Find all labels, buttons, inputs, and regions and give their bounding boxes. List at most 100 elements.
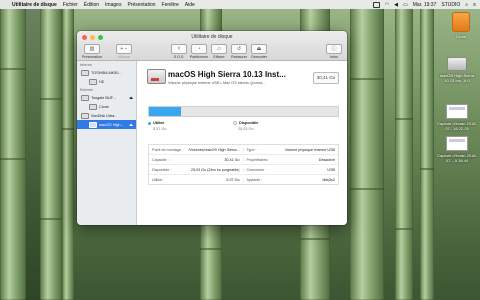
usage-bar-used bbox=[149, 107, 182, 116]
info-value: 25,03 Go (Zéro ko purgeable) bbox=[190, 167, 240, 172]
menu-user[interactable]: STUDIO bbox=[441, 2, 460, 8]
info-icon: ⓘ bbox=[326, 44, 342, 54]
bamboo-stalk bbox=[395, 8, 413, 300]
volume-subtitle: Volume physique externe USB • Mac OS éte… bbox=[168, 81, 266, 85]
external-disk-icon bbox=[452, 12, 470, 32]
toolbar-label: Présentation bbox=[81, 55, 103, 59]
legend-value: 5,37 Go bbox=[153, 127, 167, 131]
info-key: Disponible : bbox=[152, 167, 172, 172]
sidebar-heading-externe: Externe bbox=[80, 88, 94, 92]
menu-edition[interactable]: Édition bbox=[84, 2, 99, 8]
info-value: 5,37 Go bbox=[226, 177, 240, 182]
volume-icon bbox=[89, 78, 97, 85]
volume-icon[interactable]: ◀ bbox=[394, 2, 398, 8]
eraser-icon: ▱ bbox=[211, 44, 227, 54]
toolbar-volume-button[interactable]: + − Volume bbox=[111, 44, 137, 59]
info-row: Capacité : 30,41 Go Propriétaires : Désact… bbox=[149, 155, 338, 165]
info-key: Point de montage : bbox=[152, 147, 183, 152]
desktop-icon-label: Clone bbox=[455, 34, 467, 39]
volume-icon bbox=[89, 103, 97, 110]
legend-label: Disponible bbox=[239, 121, 259, 125]
hard-drive-icon bbox=[81, 69, 89, 76]
toolbar-label: Volume bbox=[118, 55, 130, 59]
pie-icon: ◔ bbox=[191, 44, 207, 54]
desktop-icon-label: macOS High Sierra 10.13 Ins...6.0 bbox=[439, 73, 475, 83]
sidebar-item-hd[interactable]: HD bbox=[77, 77, 136, 86]
legend-value: 25,03 Go bbox=[238, 127, 254, 131]
external-volume-icon bbox=[147, 69, 166, 84]
desktop-icon-screenshot-2[interactable]: Capture d'écran 2018-07...-9.36.44 bbox=[436, 136, 478, 163]
sidebar-item-label: TOSHIBA MK50... bbox=[91, 70, 122, 75]
battery-icon[interactable]: ▭ bbox=[403, 2, 408, 8]
screen-mirroring-icon[interactable] bbox=[372, 1, 380, 8]
toolbar-infos-button[interactable]: ⓘ Infos bbox=[321, 44, 347, 59]
bamboo-stalk bbox=[350, 8, 384, 300]
sidebar-heading-interne: Interne bbox=[80, 63, 92, 67]
screenshot-file-icon bbox=[446, 136, 468, 151]
sidebar-item-toshiba[interactable]: TOSHIBA MK50... bbox=[77, 68, 136, 77]
info-value: USB bbox=[327, 167, 335, 172]
info-key: Connexion : bbox=[246, 167, 267, 172]
used-swatch bbox=[148, 121, 151, 125]
toolbar-label: Démonter bbox=[251, 55, 267, 59]
sidebar-item-clone[interactable]: Clone bbox=[77, 102, 136, 111]
info-value: 30,41 Go bbox=[224, 157, 240, 162]
volume-detail-pane: macOS High Sierra 10.13 Inst... Volume p… bbox=[137, 61, 347, 225]
sidebar-item-label: SanDisk Ultra... bbox=[91, 113, 118, 118]
info-row: Utilisé : 5,37 Go Appareil : disk3s2 bbox=[149, 175, 338, 184]
eject-icon[interactable]: ⏏ bbox=[129, 95, 133, 100]
legend-free: Disponible 25,03 Go bbox=[233, 121, 258, 131]
info-value: disk3s2 bbox=[322, 177, 335, 182]
toolbar-label: Infos bbox=[330, 55, 338, 59]
menu-clock[interactable]: Mar. 19:37 bbox=[413, 2, 437, 8]
volume-size-badge: 30,41 Go bbox=[313, 72, 339, 84]
info-key: Utilisé : bbox=[152, 177, 165, 182]
wifi-icon[interactable]: ◠ bbox=[385, 2, 389, 8]
info-value: Volume physique externe USB bbox=[284, 147, 335, 152]
disk-utility-window: Utilitaire de disque ▥ Présentation + − … bbox=[77, 31, 347, 225]
info-key: Type : bbox=[246, 147, 257, 152]
desktop-icon-clone[interactable]: Clone bbox=[447, 12, 475, 39]
bamboo-stalk bbox=[62, 8, 74, 300]
toolbar-demonter-button[interactable]: ⏏ Démonter bbox=[246, 44, 272, 59]
restore-icon: ↺ bbox=[231, 44, 247, 54]
info-row: Disponible : 25,03 Go (Zéro ko purgeable)… bbox=[149, 165, 338, 175]
volume-icon bbox=[89, 121, 97, 128]
desktop-icon-screenshot-1[interactable]: Capture d'écran 2018-07...18.22.25 bbox=[436, 104, 478, 131]
eject-icon[interactable]: ⏏ bbox=[129, 122, 133, 127]
drive-icon bbox=[447, 57, 467, 71]
plus-minus-icon: + − bbox=[116, 44, 132, 54]
usage-bar bbox=[148, 106, 339, 117]
desktop-icon-installer[interactable]: macOS High Sierra 10.13 Ins...6.0 bbox=[436, 57, 478, 83]
sidebar-item-sandisk[interactable]: SanDisk Ultra... bbox=[77, 111, 136, 120]
volume-info-table: Point de montage : /Volumes/macOS High Si… bbox=[148, 144, 339, 185]
desktop-icon-label: Capture d'écran 2018-07...18.22.25 bbox=[437, 121, 477, 131]
spotlight-icon[interactable]: ⌕ bbox=[465, 2, 468, 8]
sidebar-item-label: Toogale BUF... bbox=[91, 95, 116, 100]
menu-app-name[interactable]: Utilitaire de disque bbox=[12, 2, 57, 8]
sidebar-item-toogale[interactable]: Toogale BUF... ⏏ bbox=[77, 93, 136, 102]
menu-fenetre[interactable]: Fenêtre bbox=[162, 2, 179, 8]
toolbar-presentation-button[interactable]: ▥ Présentation bbox=[79, 44, 105, 59]
menu-aide[interactable]: Aide bbox=[185, 2, 195, 8]
stethoscope-icon: ⚕ bbox=[171, 44, 187, 54]
sidebar-icon: ▥ bbox=[84, 44, 100, 54]
desktop-icon-label: Capture d'écran 2018-07...-9.36.44 bbox=[437, 153, 477, 163]
menu-presentation[interactable]: Présentation bbox=[127, 2, 155, 8]
menu-fichier[interactable]: Fichier bbox=[63, 2, 78, 8]
info-key: Propriétaires : bbox=[246, 157, 270, 162]
sidebar-item-macos-high[interactable]: macOS High... ⏏ bbox=[77, 120, 136, 129]
window-titlebar[interactable]: Utilitaire de disque ▥ Présentation + − … bbox=[77, 31, 347, 61]
info-value: Désactivé bbox=[318, 157, 335, 162]
legend-used: Utilisé 5,37 Go bbox=[148, 121, 167, 131]
menu-images[interactable]: Images bbox=[105, 2, 121, 8]
legend-label: Utilisé bbox=[153, 121, 165, 125]
info-row: Point de montage : /Volumes/macOS High Si… bbox=[149, 145, 338, 155]
notification-center-icon[interactable]: ≡ bbox=[473, 2, 476, 8]
eject-icon: ⏏ bbox=[251, 44, 267, 54]
volume-name: macOS High Sierra 10.13 Inst... bbox=[168, 70, 286, 79]
screenshot-file-icon bbox=[446, 104, 468, 119]
sidebar-item-label: HD bbox=[99, 79, 105, 84]
sidebar-item-label: macOS High... bbox=[99, 122, 124, 127]
sidebar-item-label: Clone bbox=[99, 104, 109, 109]
